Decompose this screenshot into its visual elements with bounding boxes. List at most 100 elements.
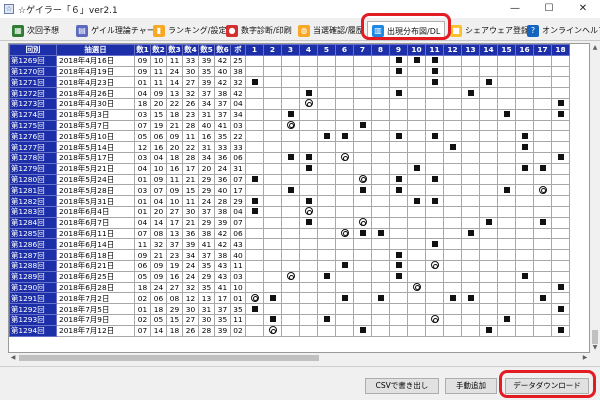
csv-export-button[interactable]: CSVで書き出し bbox=[365, 378, 439, 394]
column-header[interactable]: 15 bbox=[497, 44, 516, 56]
tab-next-prediction[interactable]: ▦ 次回予想 bbox=[12, 21, 59, 40]
table-row[interactable]: 第1270回 2018年4月19日 09 11 24 30 35 40 38 bbox=[9, 65, 570, 78]
column-header[interactable]: 17 bbox=[533, 44, 552, 56]
horizontal-scroll-thumb[interactable] bbox=[19, 355, 319, 361]
draw-number-cell: 第1286回 bbox=[9, 238, 57, 251]
column-header[interactable]: 数4 bbox=[182, 44, 199, 56]
table-row[interactable]: 第1269回 2018年4月16日 09 10 11 33 39 42 25 bbox=[9, 54, 570, 67]
table-row[interactable]: 第1287回 2018年6月18日 09 21 23 34 37 38 40 bbox=[9, 249, 570, 261]
column-header[interactable]: 2 bbox=[263, 44, 282, 56]
distribution-cell bbox=[515, 97, 534, 110]
table-row[interactable]: 第1273回 2018年4月30日 18 20 22 26 34 37 04 bbox=[9, 97, 570, 110]
column-header[interactable]: 4 bbox=[299, 44, 318, 56]
column-header[interactable]: 抽選日 bbox=[56, 44, 135, 56]
distribution-cell bbox=[299, 54, 318, 67]
table-row[interactable]: 第1274回 2018年5月3日 03 15 18 23 31 37 34 bbox=[9, 108, 570, 121]
winning-number-cell: 35 bbox=[198, 281, 215, 294]
draw-number-cell: 第1294回 bbox=[9, 324, 57, 337]
scroll-up-arrow-icon[interactable]: ▲ bbox=[590, 43, 600, 53]
manual-add-button[interactable]: 手動追加 bbox=[445, 378, 497, 394]
scroll-right-arrow-icon[interactable]: ▶ bbox=[580, 353, 590, 363]
help-icon: ? bbox=[527, 24, 539, 37]
table-row[interactable]: 第1276回 2018年5月10日 05 06 09 11 16 35 22 bbox=[9, 130, 570, 143]
column-header[interactable]: 16 bbox=[515, 44, 534, 56]
tab-shareware-register[interactable]: ■ シェアウェア登録 bbox=[450, 21, 529, 40]
distribution-cell bbox=[371, 303, 390, 315]
table-row[interactable]: 第1293回 2018年7月9日 02 05 15 27 30 35 11 bbox=[9, 313, 570, 326]
minimize-button[interactable]: — bbox=[498, 0, 532, 18]
table-row[interactable]: 第1283回 2018年6月4日 01 20 27 30 37 38 04 bbox=[9, 205, 570, 218]
distribution-cell bbox=[443, 281, 462, 294]
hit-marker bbox=[431, 57, 438, 64]
column-header[interactable]: ボ bbox=[230, 44, 246, 56]
table-row[interactable]: 第1291回 2018年7月2日 02 06 08 12 13 17 01 bbox=[9, 292, 570, 305]
column-header[interactable]: 6 bbox=[335, 44, 354, 56]
vertical-scroll-thumb[interactable] bbox=[592, 330, 598, 344]
column-header[interactable]: 5 bbox=[317, 44, 336, 56]
winning-number-cell: 23 bbox=[166, 249, 183, 261]
tab-winning-history[interactable]: ◍ 当選確認/履歴 bbox=[298, 21, 364, 40]
column-header[interactable]: 回別 bbox=[9, 44, 57, 56]
maximize-button[interactable]: ☐ bbox=[532, 0, 566, 18]
vertical-scrollbar[interactable]: ▲ ▼ bbox=[590, 43, 600, 353]
table-row[interactable]: 第1272回 2018年4月26日 04 09 13 32 37 38 42 bbox=[9, 87, 570, 99]
table-row[interactable]: 第1280回 2018年5月24日 01 09 11 21 29 36 07 bbox=[9, 173, 570, 186]
table-row[interactable]: 第1281回 2018年5月28日 03 07 09 15 29 40 17 bbox=[9, 184, 570, 197]
column-header[interactable]: 14 bbox=[479, 44, 498, 56]
column-header[interactable]: 数3 bbox=[166, 44, 183, 56]
column-header[interactable]: 18 bbox=[551, 44, 570, 56]
horizontal-scrollbar[interactable]: ◀ ▶ bbox=[8, 353, 590, 363]
table-row[interactable]: 第1282回 2018年5月31日 01 04 10 11 24 28 29 bbox=[9, 195, 570, 207]
hit-marker bbox=[521, 165, 528, 172]
hit-marker bbox=[341, 132, 348, 139]
tab-ranking-settings[interactable]: ▮ ランキング/設定 bbox=[153, 21, 226, 40]
table-row[interactable]: 第1278回 2018年5月17日 03 04 18 28 34 36 06 bbox=[9, 151, 570, 164]
table-row[interactable]: 第1292回 2018年7月5日 01 18 29 30 31 37 35 bbox=[9, 303, 570, 315]
column-header[interactable]: 13 bbox=[461, 44, 480, 56]
tab-distribution-download[interactable]: ▥ 出現分布図/DL bbox=[367, 21, 446, 40]
close-button[interactable]: ✕ bbox=[566, 0, 600, 18]
hit-marker bbox=[431, 67, 438, 74]
winning-number-cell: 04 bbox=[134, 162, 151, 175]
table-row[interactable]: 第1275回 2018年5月7日 07 19 21 28 40 41 03 bbox=[9, 119, 570, 132]
tab-number-diagnosis[interactable]: ● 数字診断/印刷 bbox=[226, 21, 292, 40]
column-header[interactable]: 8 bbox=[371, 44, 390, 56]
distribution-cell bbox=[245, 108, 264, 121]
table-row[interactable]: 第1288回 2018年6月21日 06 09 19 24 35 43 11 bbox=[9, 259, 570, 272]
table-row[interactable]: 第1294回 2018年7月12日 07 14 18 26 28 39 02 bbox=[9, 324, 570, 337]
distribution-cell bbox=[281, 87, 300, 99]
column-header[interactable]: 9 bbox=[389, 44, 408, 56]
scroll-left-arrow-icon[interactable]: ◀ bbox=[8, 353, 18, 363]
data-download-button[interactable]: データダウンロード bbox=[505, 378, 589, 394]
table-row[interactable]: 第1277回 2018年5月14日 12 16 20 22 31 33 33 bbox=[9, 141, 570, 153]
table-row[interactable]: 第1271回 2018年4月23日 01 11 14 27 39 42 32 bbox=[9, 76, 570, 89]
table-row[interactable]: 第1279回 2018年5月21日 04 10 16 17 20 24 31 bbox=[9, 162, 570, 175]
scroll-down-arrow-icon[interactable]: ▼ bbox=[590, 343, 600, 353]
winning-number-cell: 11 bbox=[134, 238, 151, 251]
column-header[interactable]: 10 bbox=[407, 44, 426, 56]
distribution-cell bbox=[245, 130, 264, 143]
distribution-cell bbox=[281, 303, 300, 315]
window-title: ☆ゲイラー「６」ver2.1 bbox=[18, 5, 118, 16]
column-header[interactable]: 1 bbox=[245, 44, 264, 56]
table-row[interactable]: 第1290回 2018年6月28日 18 24 27 32 35 41 10 bbox=[9, 281, 570, 294]
table-row[interactable]: 第1284回 2018年6月7日 04 14 17 21 29 39 07 bbox=[9, 216, 570, 229]
tab-online-help[interactable]: ? オンラインヘルプ bbox=[527, 21, 600, 40]
winning-number-cell: 09 bbox=[134, 65, 151, 78]
column-header[interactable]: 数5 bbox=[198, 44, 215, 56]
table-row[interactable]: 第1285回 2018年6月11日 07 08 13 36 38 42 06 bbox=[9, 227, 570, 240]
column-header[interactable]: 数2 bbox=[150, 44, 167, 56]
column-header[interactable]: 12 bbox=[443, 44, 462, 56]
column-header[interactable]: 3 bbox=[281, 44, 300, 56]
table-row[interactable]: 第1286回 2018年6月14日 11 32 37 39 41 42 43 bbox=[9, 238, 570, 251]
winning-number-cell: 17 bbox=[166, 216, 183, 229]
draw-number-cell: 第1275回 bbox=[9, 119, 57, 132]
tab-label: 数字診断/印刷 bbox=[241, 26, 292, 35]
column-header[interactable]: 11 bbox=[425, 44, 444, 56]
column-header[interactable]: 数6 bbox=[214, 44, 231, 56]
tab-gail-theory-chart[interactable]: ▤ ゲイル理論チャート bbox=[76, 21, 163, 40]
table-row[interactable]: 第1289回 2018年6月25日 05 09 16 24 29 43 03 bbox=[9, 270, 570, 283]
column-header[interactable]: 数1 bbox=[134, 44, 151, 56]
column-header[interactable]: 7 bbox=[353, 44, 372, 56]
distribution-cell bbox=[317, 324, 336, 337]
